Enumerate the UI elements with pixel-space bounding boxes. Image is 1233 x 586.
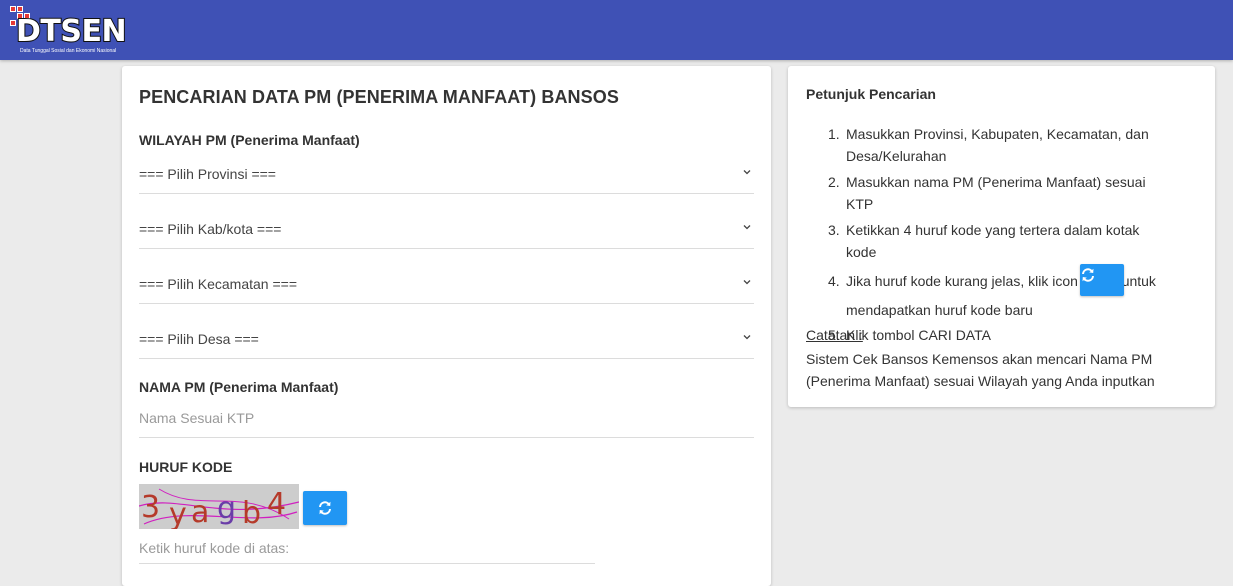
- step-text: Klik tombol CARI DATA: [846, 327, 991, 344]
- help-step: 4. Jika huruf kode kurang jelas, klik ic…: [828, 264, 1168, 324]
- kode-field: [139, 534, 595, 564]
- kecamatan-select-value: === Pilih Kecamatan ===: [139, 276, 297, 292]
- help-title: Petunjuk Pencarian: [806, 86, 936, 102]
- desa-select[interactable]: === Pilih Desa ===: [139, 323, 754, 359]
- refresh-icon-sample-button[interactable]: [1079, 264, 1124, 297]
- captcha-char-3: a: [191, 495, 209, 529]
- kabkota-select-value: === Pilih Kab/kota ===: [139, 221, 282, 237]
- step-text: Ketikkan 4 huruf kode yang tertera dalam…: [846, 222, 1140, 260]
- help-card: Petunjuk Pencarian 1. Masukkan Provinsi,…: [788, 66, 1215, 407]
- step-number: 3.: [828, 222, 840, 238]
- logo-tagline: Data Tunggal Sosial dan Ekonomi Nasional: [20, 48, 117, 54]
- dtsen-logo[interactable]: DTSEN Data Tunggal Sosial dan Ekonomi Na…: [10, 6, 132, 56]
- search-form-card: PENCARIAN DATA PM (PENERIMA MANFAAT) BAN…: [122, 66, 771, 586]
- step-text: Masukkan nama PM (Penerima Manfaat) sesu…: [846, 174, 1146, 212]
- help-step: 3. Ketikkan 4 huruf kode yang tertera da…: [828, 219, 1168, 263]
- chevron-down-icon: [743, 335, 751, 340]
- help-step: 1. Masukkan Provinsi, Kabupaten, Kecamat…: [828, 123, 1168, 167]
- nama-field: [139, 402, 754, 438]
- provinsi-select-value: === Pilih Provinsi ===: [139, 166, 276, 182]
- provinsi-select[interactable]: === Pilih Provinsi ===: [139, 158, 754, 194]
- top-navbar: DTSEN Data Tunggal Sosial dan Ekonomi Na…: [0, 0, 1233, 60]
- note-label: Catatan :: [806, 327, 863, 343]
- step-text: Masukkan Provinsi, Kabupaten, Kecamatan,…: [846, 126, 1149, 164]
- chevron-down-icon: [743, 170, 751, 175]
- captcha-char-1: 3: [141, 490, 160, 525]
- chevron-down-icon: [743, 280, 751, 285]
- captcha-char-4: g: [217, 491, 236, 526]
- kode-input[interactable]: [139, 540, 595, 556]
- help-step: 2. Masukkan nama PM (Penerima Manfaat) s…: [828, 171, 1168, 215]
- chevron-down-icon: [743, 225, 751, 230]
- nama-label: NAMA PM (Penerima Manfaat): [139, 379, 339, 395]
- kabkota-select[interactable]: === Pilih Kab/kota ===: [139, 213, 754, 249]
- refresh-icon: [1081, 268, 1094, 282]
- kecamatan-select[interactable]: === Pilih Kecamatan ===: [139, 268, 754, 304]
- step-number: 1.: [828, 126, 840, 142]
- captcha-char-5: b: [242, 496, 261, 529]
- logo-text: DTSEN: [15, 14, 128, 50]
- captcha-char-2: y: [169, 497, 187, 529]
- step-text: Jika huruf kode kurang jelas, klik icon: [846, 273, 1078, 289]
- huruf-kode-label: HURUF KODE: [139, 459, 233, 475]
- nama-input[interactable]: [139, 410, 754, 426]
- refresh-captcha-button[interactable]: [303, 491, 347, 525]
- step-number: 4.: [828, 273, 840, 289]
- captcha-image: 3 y a g b 4: [139, 484, 299, 529]
- help-step: 5. Klik tombol CARI DATA: [828, 324, 1168, 346]
- page-title: PENCARIAN DATA PM (PENERIMA MANFAAT) BAN…: [139, 87, 619, 107]
- captcha-char-6: 4: [267, 487, 286, 522]
- help-steps: 1. Masukkan Provinsi, Kabupaten, Kecamat…: [828, 123, 1168, 350]
- desa-select-value: === Pilih Desa ===: [139, 331, 259, 347]
- refresh-icon: [319, 501, 331, 515]
- note-text: Sistem Cek Bansos Kemensos akan mencari …: [806, 351, 1155, 389]
- step-number: 2.: [828, 174, 840, 190]
- wilayah-label: WILAYAH PM (Penerima Manfaat): [139, 132, 360, 148]
